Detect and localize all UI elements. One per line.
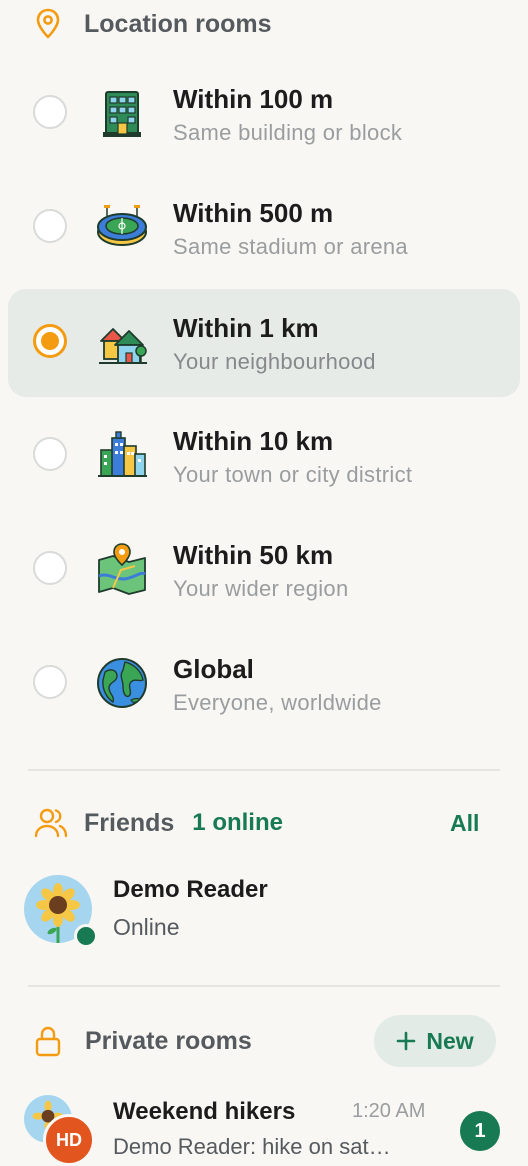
new-room-button[interactable]: New [374, 1015, 496, 1067]
room-option-global[interactable]: Global Everyone, worldwide [8, 630, 520, 738]
room-subtitle: Your town or city district [173, 462, 413, 487]
room-title: Within 500 m [173, 198, 334, 228]
room-option-100m[interactable]: Within 100 m Same building or block [8, 60, 520, 168]
room-subtitle: Same building or block [173, 120, 403, 145]
room-subtitle: Your wider region [173, 576, 349, 601]
friends-title: Friends [84, 808, 175, 837]
location-rooms-header: Location rooms [34, 6, 272, 42]
unread-badge: 1 [460, 1111, 500, 1151]
radio-button-selected[interactable] [33, 324, 67, 358]
online-count: 1 online [192, 809, 283, 836]
building-icon [103, 91, 141, 137]
new-room-label: New [426, 1027, 474, 1054]
room-option-50km[interactable]: Within 50 km Your wider region [8, 516, 520, 624]
radio-button[interactable] [33, 437, 67, 471]
room-option-500m[interactable]: Within 500 m Same stadium or arena [8, 174, 520, 282]
divider [28, 769, 500, 771]
city-icon [98, 431, 147, 477]
private-room-row[interactable]: HD Weekend hikers 1:20 AM Demo Reader: h… [0, 1088, 528, 1166]
room-title: Global [173, 654, 254, 684]
divider [28, 985, 500, 987]
lock-icon [35, 1026, 61, 1057]
online-status-dot [74, 924, 98, 948]
friend-name: Demo Reader [113, 876, 268, 903]
room-name: Weekend hikers [113, 1098, 296, 1125]
room-title: Within 50 km [173, 540, 334, 570]
radio-button[interactable] [33, 95, 67, 129]
room-title: Within 10 km [173, 426, 334, 456]
plus-icon [397, 1031, 416, 1051]
map-icon [98, 543, 146, 595]
room-title: Within 100 m [173, 84, 334, 114]
friend-row[interactable]: Demo Reader Online [0, 864, 528, 954]
room-subtitle: Everyone, worldwide [173, 690, 382, 715]
friends-all-link[interactable]: All [450, 810, 479, 837]
room-time: 1:20 AM [352, 1100, 426, 1122]
neighbourhood-icon [99, 328, 147, 364]
room-preview: Demo Reader: hike on sat… [113, 1134, 391, 1159]
globe-icon [97, 658, 147, 708]
location-rooms-title: Location rooms [84, 9, 272, 38]
room-option-1km[interactable]: Within 1 km Your neighbourhood [8, 289, 520, 397]
stadium-icon [97, 205, 147, 246]
radio-button[interactable] [33, 209, 67, 243]
private-rooms-title: Private rooms [85, 1026, 252, 1055]
room-subtitle: Same stadium or arena [173, 234, 408, 259]
room-option-10km[interactable]: Within 10 km Your town or city district [8, 402, 520, 510]
initials-avatar: HD [43, 1114, 95, 1166]
private-rooms-header: Private rooms [34, 1022, 252, 1060]
room-title: Within 1 km [173, 313, 319, 343]
friend-status: Online [113, 914, 180, 940]
map-pin-icon [36, 8, 60, 39]
users-icon [34, 808, 68, 838]
radio-button[interactable] [33, 665, 67, 699]
friends-header: Friends 1 online [34, 804, 484, 842]
room-subtitle: Your neighbourhood [173, 349, 376, 374]
radio-button[interactable] [33, 551, 67, 585]
